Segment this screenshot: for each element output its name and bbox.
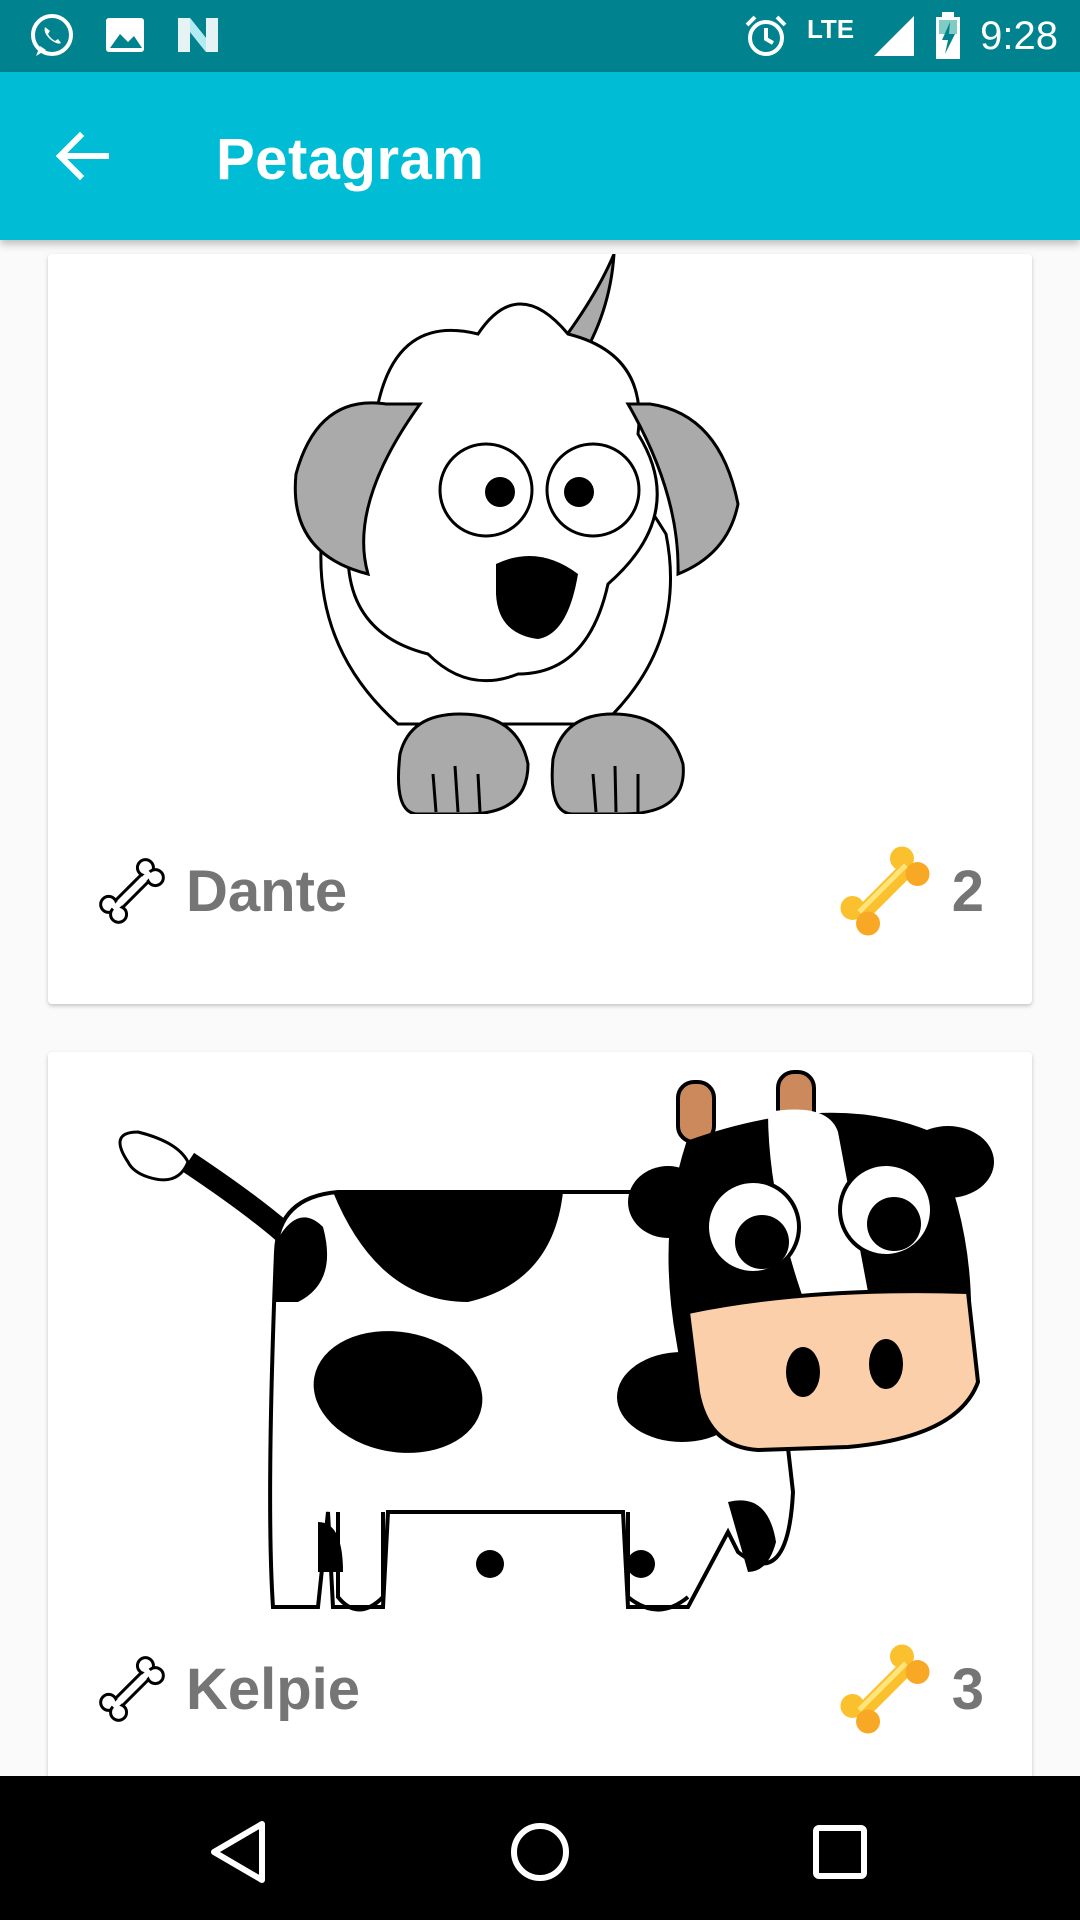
signal-icon	[874, 16, 915, 56]
pet-name-row: Kelpie	[92, 1644, 360, 1734]
pet-list[interactable]: Dante 2 Kelpie 3	[0, 240, 1080, 1776]
arrow-left-icon[interactable]	[52, 124, 116, 188]
bone-outline-icon	[99, 1656, 165, 1722]
alarm-icon	[745, 15, 787, 56]
pet-picture-dog	[293, 254, 740, 814]
pet-card[interactable]: Kelpie 3	[48, 1052, 1032, 1776]
recents-square-icon[interactable]	[800, 1812, 880, 1892]
pet-rating-row: 2	[830, 836, 984, 946]
pet-name-row: Dante	[92, 846, 347, 936]
page-title: Petagram	[216, 127, 485, 192]
bone-gold-icon[interactable]	[830, 836, 940, 946]
home-circle-icon[interactable]	[500, 1812, 580, 1892]
n-app-icon	[178, 18, 218, 52]
clock: 9:28	[980, 14, 1058, 58]
back-triangle-icon[interactable]	[200, 1812, 280, 1892]
network-type: LTE	[806, 13, 855, 44]
image-icon	[106, 18, 144, 52]
pet-name: Dante	[186, 858, 348, 924]
navigation-bar	[0, 1776, 1080, 1920]
bone-gold-icon[interactable]	[830, 1634, 940, 1744]
app-bar: Petagram	[0, 72, 1080, 240]
pet-rating: 2	[951, 858, 984, 924]
pet-name: Kelpie	[186, 1656, 361, 1722]
pet-rating-row: 3	[830, 1634, 984, 1744]
bone-outline-icon	[99, 858, 165, 924]
pet-card[interactable]: Dante 2	[48, 254, 1032, 1004]
battery-charging-icon	[936, 12, 961, 59]
pet-rating: 3	[951, 1656, 984, 1722]
status-bar: LTE 9:28	[0, 0, 1080, 72]
pet-picture-cow	[118, 1070, 994, 1612]
whatsapp-icon	[31, 14, 73, 56]
